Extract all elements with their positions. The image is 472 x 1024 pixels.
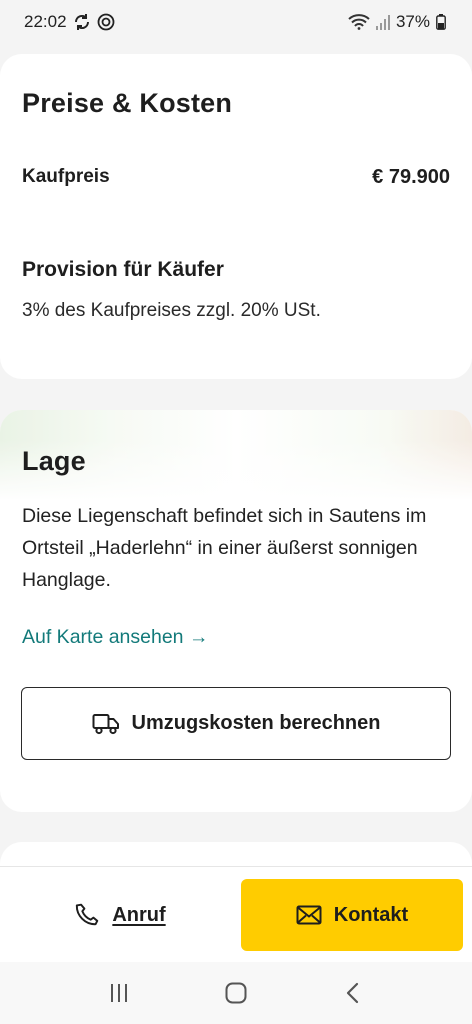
- battery-percent: 37%: [395, 12, 430, 31]
- wifi-icon: [348, 14, 370, 30]
- status-bar: 22:02 37%: [0, 0, 472, 44]
- location-card: Lage Diese Liegenschaft befindet sich in…: [0, 410, 472, 812]
- home-icon[interactable]: [216, 973, 256, 1013]
- action-bar: Anruf Kontakt: [0, 866, 472, 962]
- view-on-map-link[interactable]: Auf Karte ansehen →: [22, 626, 208, 649]
- location-description: Diese Liegenschaft befindet sich in Saut…: [22, 505, 427, 591]
- commission-title: Provision für Käufer: [22, 258, 224, 281]
- status-right: 37%: [348, 12, 446, 32]
- call-label: Anruf: [112, 903, 166, 926]
- signal-icon: [375, 14, 390, 30]
- mail-icon: [296, 905, 322, 925]
- truck-icon: [92, 713, 120, 735]
- moving-cost-button[interactable]: Umzugskosten berechnen: [21, 687, 451, 760]
- phone-icon: [74, 902, 100, 928]
- back-icon[interactable]: [333, 973, 373, 1013]
- location-title: Lage: [22, 446, 86, 476]
- moving-cost-label: Umzugskosten berechnen: [131, 712, 381, 734]
- call-button[interactable]: Anruf: [20, 879, 220, 951]
- contact-label: Kontakt: [333, 903, 409, 926]
- prices-title: Preise & Kosten: [22, 88, 233, 118]
- status-time: 22:02: [24, 12, 67, 31]
- sync-icon: [73, 13, 91, 31]
- purchase-price-label: Kaufpreis: [22, 166, 110, 187]
- recent-apps-icon[interactable]: [99, 973, 139, 1013]
- system-nav-bar: [0, 962, 472, 1024]
- battery-icon: [436, 14, 446, 30]
- commission-text: 3% des Kaufpreises zzgl. 20% USt.: [22, 300, 321, 321]
- contact-button[interactable]: Kontakt: [241, 879, 463, 951]
- data-saver-icon: [97, 13, 115, 31]
- status-left: 22:02: [24, 12, 115, 32]
- prices-card: Preise & Kosten Kaufpreis € 79.900 Provi…: [0, 54, 472, 379]
- purchase-price-value: € 79.900: [372, 166, 450, 188]
